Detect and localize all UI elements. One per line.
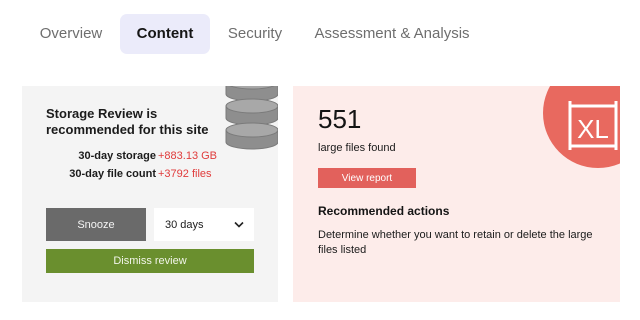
storage-stat-value: +883.13 GB <box>158 150 218 162</box>
svg-text:XL: XL <box>577 114 609 144</box>
large-files-card: XL 551 large files found View report Rec… <box>293 86 620 302</box>
storage-review-title: Storage Review is recommended for this s… <box>46 106 209 137</box>
recommended-actions-text: Determine whether you want to retain or … <box>318 229 593 256</box>
view-report-button[interactable]: View report <box>318 168 416 188</box>
database-icon <box>222 86 278 171</box>
storage-review-card: Storage Review is recommended for this s… <box>22 86 278 302</box>
xl-file-icon: XL <box>543 86 620 173</box>
file-count-stat-label: 30-day file count <box>69 168 156 180</box>
recommended-actions-heading: Recommended actions <box>318 204 450 218</box>
large-files-count-label: large files found <box>318 142 396 154</box>
tab-content[interactable]: Content <box>120 14 210 54</box>
snooze-duration-value: 30 days <box>165 218 204 231</box>
tab-security[interactable]: Security <box>214 14 296 54</box>
chevron-down-icon <box>234 220 244 232</box>
tab-overview[interactable]: Overview <box>24 14 118 54</box>
file-count-stat-value: +3792 files <box>158 168 212 180</box>
snooze-duration-select[interactable]: 30 days <box>154 208 254 241</box>
snooze-button[interactable]: Snooze <box>46 208 146 241</box>
dismiss-review-button[interactable]: Dismiss review <box>46 249 254 273</box>
tab-assessment-analysis[interactable]: Assessment & Analysis <box>306 14 478 54</box>
large-files-count: 551 <box>318 104 362 134</box>
storage-stat-label: 30-day storage <box>78 150 156 162</box>
